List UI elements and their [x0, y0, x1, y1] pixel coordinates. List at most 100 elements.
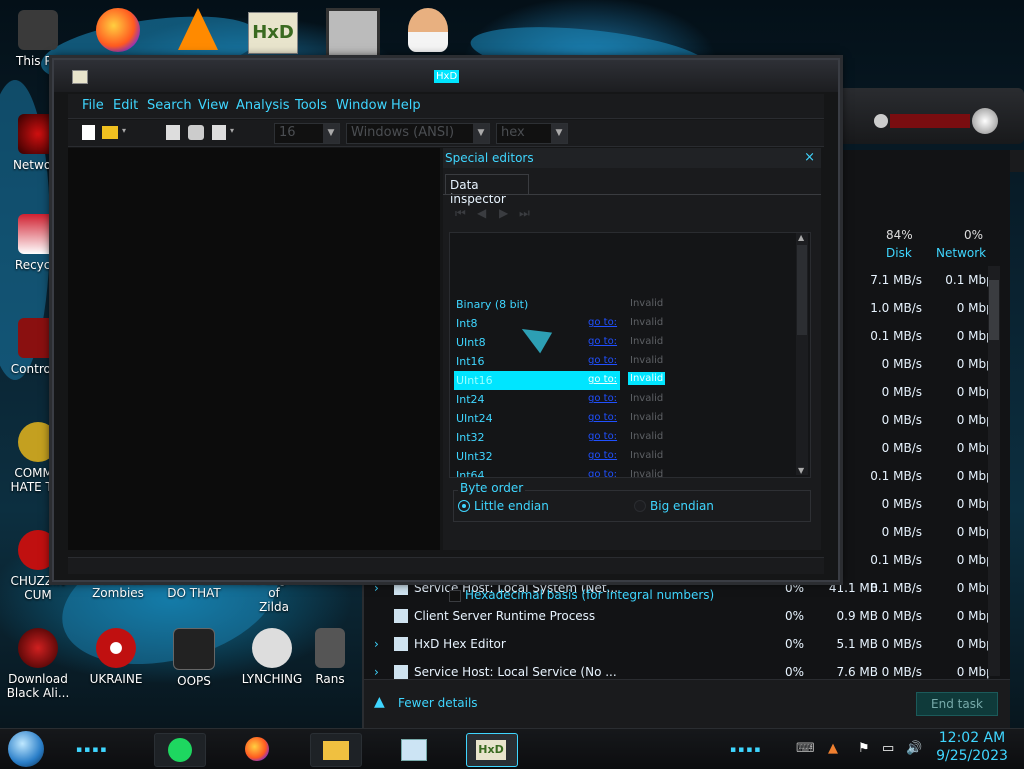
big-endian-label[interactable]: Big endian	[650, 499, 714, 513]
scrollbar-thumb[interactable]	[989, 280, 999, 340]
scroll-down-icon[interactable]: ▼	[798, 466, 804, 475]
little-endian-label[interactable]: Little endian	[474, 499, 549, 513]
taskbar-hxd[interactable]: HxD	[466, 733, 518, 767]
new-file-icon[interactable]	[82, 125, 95, 140]
disk-column-header[interactable]: Disk	[886, 246, 912, 260]
dropdown-arrow-icon[interactable]: ▾	[122, 126, 126, 135]
row-value[interactable]: Invalid	[630, 336, 663, 347]
goto-link[interactable]: go to:	[588, 393, 617, 404]
menu-view[interactable]: View	[198, 98, 229, 113]
data-inspector-row[interactable]: UInt24 go to: Invalid	[454, 409, 794, 428]
title-bar[interactable]: HxD	[54, 60, 838, 92]
network-column-header[interactable]: Network	[936, 246, 986, 260]
open-folder-icon[interactable]	[102, 126, 118, 139]
last-icon[interactable]: ⏭	[519, 206, 530, 221]
row-value[interactable]: Invalid	[630, 355, 663, 366]
hex-basis-checkbox[interactable]	[449, 590, 461, 602]
data-inspector-row[interactable]: UInt8 go to: Invalid	[454, 333, 794, 352]
hxd-icon[interactable]: HxD	[248, 12, 298, 54]
previous-icon[interactable]: ◀	[477, 206, 486, 220]
volume-icon[interactable]: 🔊	[906, 741, 922, 756]
data-inspector-row[interactable]: UInt32 go to: Invalid	[454, 447, 794, 466]
icon-label: Rans	[315, 672, 345, 686]
menu-window[interactable]: Window	[336, 98, 387, 113]
firefox-icon[interactable]	[96, 8, 140, 52]
data-inspector-row[interactable]: Int32 go to: Invalid	[454, 428, 794, 447]
chevron-right-icon[interactable]: ›	[374, 637, 379, 651]
taskbar-task-manager[interactable]	[388, 733, 438, 765]
little-endian-radio[interactable]	[458, 500, 470, 512]
taskbar-spotify[interactable]	[154, 733, 206, 767]
goto-link[interactable]: go to:	[588, 355, 617, 366]
close-icon[interactable]: ×	[804, 150, 815, 165]
next-icon[interactable]: ▶	[499, 206, 508, 220]
data-inspector-row[interactable]: Int24 go to: Invalid	[454, 390, 794, 409]
big-endian-radio[interactable]	[634, 500, 646, 512]
row-value[interactable]: Invalid	[630, 412, 663, 423]
taskbar-file-explorer[interactable]	[310, 733, 362, 767]
start-button[interactable]	[8, 731, 44, 767]
hex-basis-label[interactable]: Hexadecimal basis (for integral numbers)	[465, 588, 714, 602]
process-row[interactable]: › HxD Hex Editor 0% 5.1 MB 0 MB/s 0 Mbps	[364, 630, 1000, 658]
data-inspector-row[interactable]: Int8 go to: Invalid	[454, 314, 794, 333]
row-value[interactable]: Invalid	[630, 393, 663, 404]
data-inspector-row[interactable]: UInt16 go to: Invalid	[454, 371, 666, 390]
scroll-up-icon[interactable]: ▲	[798, 233, 804, 242]
goto-link[interactable]: go to:	[588, 317, 617, 328]
flag-icon[interactable]: ⚑	[858, 741, 870, 756]
vlc-icon[interactable]	[178, 8, 218, 50]
bytes-per-row-select[interactable]: 16 ▼	[274, 123, 340, 144]
maze-icon[interactable]	[326, 8, 380, 60]
data-inspector-row[interactable]: Binary (8 bit) Invalid	[454, 295, 794, 314]
first-icon[interactable]: ⏮	[455, 206, 466, 221]
menu-search[interactable]: Search	[147, 98, 192, 113]
end-task-button[interactable]: End task	[916, 692, 998, 716]
clock[interactable]: 12:02 AM 9/25/2023	[930, 729, 1014, 765]
menu-edit[interactable]: Edit	[113, 98, 138, 113]
row-value[interactable]: Invalid	[630, 431, 663, 442]
scrollbar-thumb[interactable]	[797, 245, 807, 335]
menu-analysis[interactable]: Analysis	[236, 98, 290, 113]
chevron-right-icon[interactable]: ›	[374, 665, 379, 679]
row-value[interactable]: Invalid	[630, 298, 663, 309]
goto-link[interactable]: go to:	[588, 412, 617, 423]
goto-link[interactable]: go to:	[588, 374, 617, 385]
tab-data-inspector[interactable]: Data inspector	[445, 174, 529, 206]
offset-base-select[interactable]: hex ▼	[496, 123, 568, 144]
scrollbar[interactable]: ▲ ▼	[796, 233, 808, 475]
goto-link[interactable]: go to:	[588, 431, 617, 442]
row-value[interactable]: Invalid	[630, 317, 663, 328]
taskbar-firefox[interactable]	[232, 733, 282, 765]
save-all-icon[interactable]	[188, 125, 204, 140]
charset-select[interactable]: Windows (ANSI) ▼	[346, 123, 490, 144]
process-row[interactable]: Client Server Runtime Process 0% 0.9 MB 0 M…	[364, 602, 1000, 630]
desktop-icon-oops[interactable]: OOPS	[156, 628, 232, 688]
row-value[interactable]: Invalid	[628, 372, 666, 385]
row-value[interactable]: Invalid	[630, 469, 663, 477]
data-inspector-row[interactable]: Int64 go to: Invalid	[454, 466, 794, 477]
desktop-icon-rans[interactable]: Rans	[300, 628, 360, 686]
network-icon[interactable]: ▭	[882, 741, 894, 756]
scrollbar[interactable]	[988, 266, 1000, 676]
desktop-icon-download[interactable]: Download Black Ali...	[0, 628, 76, 700]
doctor-icon[interactable]	[408, 8, 448, 52]
desktop-icon-lynching[interactable]: LYNCHING	[234, 628, 310, 686]
menu-help[interactable]: Help	[391, 98, 421, 113]
chevron-right-icon[interactable]: ›	[374, 581, 379, 595]
goto-link[interactable]: go to:	[588, 469, 617, 477]
app-tray-icon[interactable]: ▲	[828, 741, 838, 756]
desktop-icon-ukraine[interactable]: UKRAINE	[78, 628, 154, 686]
close-file-icon[interactable]	[212, 125, 226, 140]
save-icon[interactable]	[166, 125, 180, 140]
row-value[interactable]: Invalid	[630, 450, 663, 461]
fewer-details-link[interactable]: Fewer details	[398, 696, 478, 710]
data-inspector-row[interactable]: Int16 go to: Invalid	[454, 352, 794, 371]
menu-tools[interactable]: Tools	[295, 98, 327, 113]
menu-file[interactable]: File	[82, 98, 104, 113]
dropdown-arrow-icon[interactable]: ▾	[230, 126, 234, 135]
goto-link[interactable]: go to:	[588, 450, 617, 461]
hex-edit-pane[interactable]	[68, 148, 440, 550]
goto-link[interactable]: go to:	[588, 336, 617, 347]
keyboard-icon[interactable]: ⌨	[796, 741, 815, 756]
arrow-up-icon[interactable]: ▲	[374, 694, 385, 710]
